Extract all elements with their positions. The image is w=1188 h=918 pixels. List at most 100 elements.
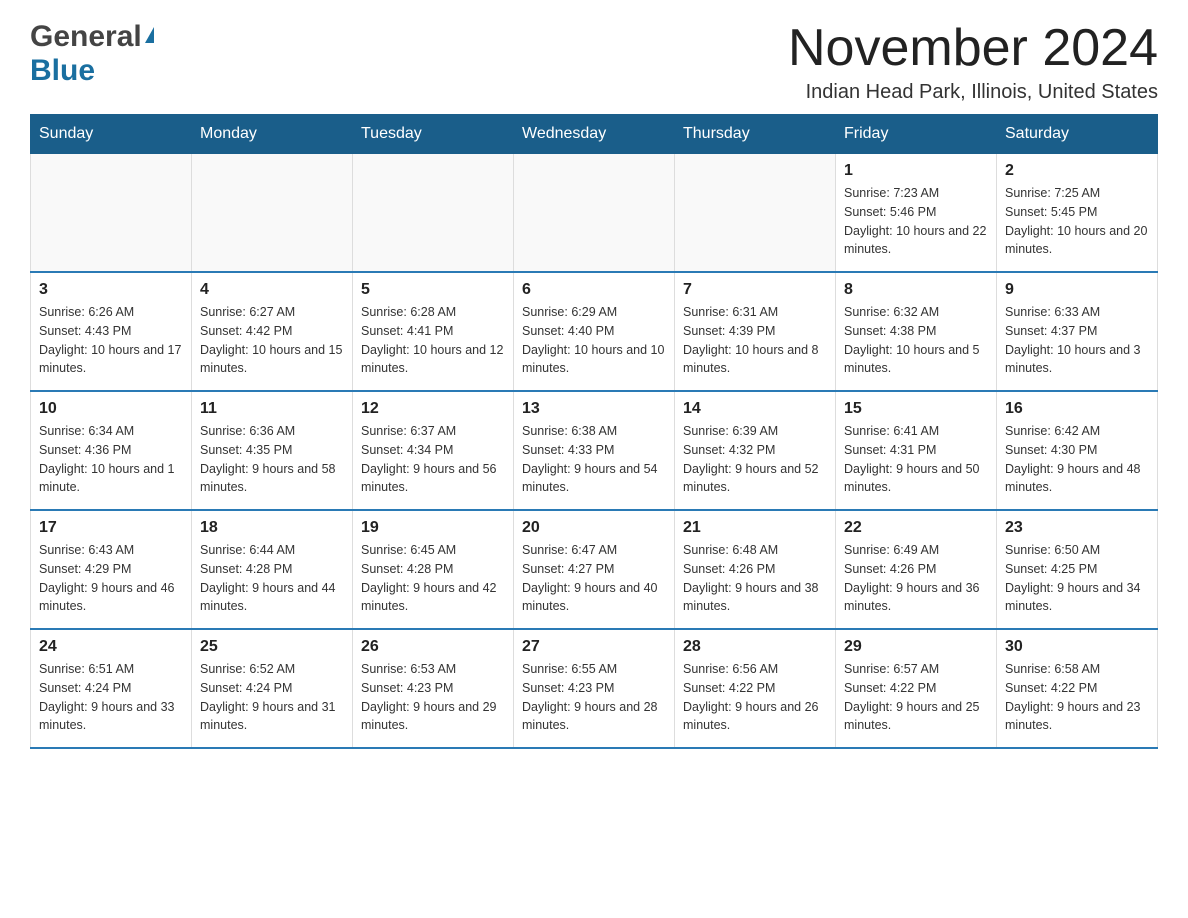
day-info: Sunrise: 6:32 AM Sunset: 4:38 PM Dayligh… [844, 303, 988, 378]
day-info: Sunrise: 6:27 AM Sunset: 4:42 PM Dayligh… [200, 303, 344, 378]
day-number: 16 [1005, 400, 1149, 418]
calendar-body: 1 Sunrise: 7:23 AM Sunset: 5:46 PM Daylig… [31, 154, 1158, 749]
day-number: 22 [844, 519, 988, 537]
day-number: 3 [39, 281, 183, 299]
calendar-cell: 11 Sunrise: 6:36 AM Sunset: 4:35 PM Dayli… [192, 391, 353, 510]
calendar-cell: 6 Sunrise: 6:29 AM Sunset: 4:40 PM Daylig… [514, 272, 675, 391]
day-info: Sunrise: 7:25 AM Sunset: 5:45 PM Dayligh… [1005, 184, 1149, 259]
calendar-cell: 7 Sunrise: 6:31 AM Sunset: 4:39 PM Daylig… [675, 272, 836, 391]
day-number: 15 [844, 400, 988, 418]
calendar-cell: 9 Sunrise: 6:33 AM Sunset: 4:37 PM Daylig… [997, 272, 1158, 391]
logo-general-text: General [30, 20, 142, 54]
day-info: Sunrise: 6:55 AM Sunset: 4:23 PM Dayligh… [522, 660, 666, 735]
calendar-cell: 2 Sunrise: 7:25 AM Sunset: 5:45 PM Daylig… [997, 154, 1158, 273]
day-info: Sunrise: 6:45 AM Sunset: 4:28 PM Dayligh… [361, 541, 505, 616]
day-info: Sunrise: 6:58 AM Sunset: 4:22 PM Dayligh… [1005, 660, 1149, 735]
calendar-cell: 1 Sunrise: 7:23 AM Sunset: 5:46 PM Daylig… [836, 154, 997, 273]
day-number: 17 [39, 519, 183, 537]
day-info: Sunrise: 6:38 AM Sunset: 4:33 PM Dayligh… [522, 422, 666, 497]
calendar-cell: 15 Sunrise: 6:41 AM Sunset: 4:31 PM Dayli… [836, 391, 997, 510]
day-info: Sunrise: 6:28 AM Sunset: 4:41 PM Dayligh… [361, 303, 505, 378]
weekday-header-row: SundayMondayTuesdayWednesdayThursdayFrid… [31, 115, 1158, 154]
calendar-cell: 25Sunrise: 6:52 AM Sunset: 4:24 PM Dayli… [192, 629, 353, 748]
day-info: Sunrise: 6:37 AM Sunset: 4:34 PM Dayligh… [361, 422, 505, 497]
day-info: Sunrise: 6:53 AM Sunset: 4:23 PM Dayligh… [361, 660, 505, 735]
day-info: Sunrise: 6:57 AM Sunset: 4:22 PM Dayligh… [844, 660, 988, 735]
day-info: Sunrise: 6:29 AM Sunset: 4:40 PM Dayligh… [522, 303, 666, 378]
day-number: 20 [522, 519, 666, 537]
day-info: Sunrise: 6:36 AM Sunset: 4:35 PM Dayligh… [200, 422, 344, 497]
day-number: 7 [683, 281, 827, 299]
weekday-header-sunday: Sunday [31, 115, 192, 154]
calendar-cell: 23 Sunrise: 6:50 AM Sunset: 4:25 PM Dayli… [997, 510, 1158, 629]
day-number: 30 [1005, 638, 1149, 656]
day-number: 14 [683, 400, 827, 418]
calendar-cell: 20 Sunrise: 6:47 AM Sunset: 4:27 PM Dayli… [514, 510, 675, 629]
day-number: 25 [200, 638, 344, 656]
calendar-cell [675, 154, 836, 273]
day-number: 6 [522, 281, 666, 299]
calendar-cell: 8 Sunrise: 6:32 AM Sunset: 4:38 PM Daylig… [836, 272, 997, 391]
day-number: 2 [1005, 162, 1149, 180]
calendar-cell: 27 Sunrise: 6:55 AM Sunset: 4:23 PM Dayli… [514, 629, 675, 748]
day-info: Sunrise: 6:50 AM Sunset: 4:25 PM Dayligh… [1005, 541, 1149, 616]
day-info: Sunrise: 7:23 AM Sunset: 5:46 PM Dayligh… [844, 184, 988, 259]
day-info: Sunrise: 6:31 AM Sunset: 4:39 PM Dayligh… [683, 303, 827, 378]
day-info: Sunrise: 6:33 AM Sunset: 4:37 PM Dayligh… [1005, 303, 1149, 378]
weekday-header-monday: Monday [192, 115, 353, 154]
calendar-cell [31, 154, 192, 273]
day-number: 24 [39, 638, 183, 656]
calendar-cell: 16 Sunrise: 6:42 AM Sunset: 4:30 PM Dayli… [997, 391, 1158, 510]
month-title: November 2024 [788, 20, 1158, 77]
calendar-week-row: 17Sunrise: 6:43 AM Sunset: 4:29 PM Dayli… [31, 510, 1158, 629]
weekday-header-tuesday: Tuesday [353, 115, 514, 154]
day-number: 1 [844, 162, 988, 180]
calendar-cell: 5 Sunrise: 6:28 AM Sunset: 4:41 PM Daylig… [353, 272, 514, 391]
calendar-cell: 10 Sunrise: 6:34 AM Sunset: 4:36 PM Dayli… [31, 391, 192, 510]
day-number: 11 [200, 400, 344, 418]
calendar-cell [514, 154, 675, 273]
calendar-cell: 17Sunrise: 6:43 AM Sunset: 4:29 PM Dayli… [31, 510, 192, 629]
calendar-week-row: 10 Sunrise: 6:34 AM Sunset: 4:36 PM Dayli… [31, 391, 1158, 510]
weekday-header-saturday: Saturday [997, 115, 1158, 154]
day-info: Sunrise: 6:34 AM Sunset: 4:36 PM Dayligh… [39, 422, 183, 497]
day-info: Sunrise: 6:42 AM Sunset: 4:30 PM Dayligh… [1005, 422, 1149, 497]
day-info: Sunrise: 6:47 AM Sunset: 4:27 PM Dayligh… [522, 541, 666, 616]
day-info: Sunrise: 6:51 AM Sunset: 4:24 PM Dayligh… [39, 660, 183, 735]
day-number: 4 [200, 281, 344, 299]
day-info: Sunrise: 6:44 AM Sunset: 4:28 PM Dayligh… [200, 541, 344, 616]
day-number: 23 [1005, 519, 1149, 537]
calendar-week-row: 1 Sunrise: 7:23 AM Sunset: 5:46 PM Daylig… [31, 154, 1158, 273]
title-section: November 2024 Indian Head Park, Illinois… [788, 20, 1158, 104]
calendar-cell: 13Sunrise: 6:38 AM Sunset: 4:33 PM Dayli… [514, 391, 675, 510]
day-info: Sunrise: 6:48 AM Sunset: 4:26 PM Dayligh… [683, 541, 827, 616]
calendar-cell: 21Sunrise: 6:48 AM Sunset: 4:26 PM Dayli… [675, 510, 836, 629]
day-number: 12 [361, 400, 505, 418]
calendar-cell: 14 Sunrise: 6:39 AM Sunset: 4:32 PM Dayli… [675, 391, 836, 510]
day-number: 10 [39, 400, 183, 418]
weekday-header-friday: Friday [836, 115, 997, 154]
calendar-cell: 28Sunrise: 6:56 AM Sunset: 4:22 PM Dayli… [675, 629, 836, 748]
calendar-cell: 24 Sunrise: 6:51 AM Sunset: 4:24 PM Dayli… [31, 629, 192, 748]
logo-triangle-icon [145, 27, 154, 43]
day-number: 18 [200, 519, 344, 537]
day-number: 27 [522, 638, 666, 656]
day-info: Sunrise: 6:39 AM Sunset: 4:32 PM Dayligh… [683, 422, 827, 497]
calendar-cell: 26 Sunrise: 6:53 AM Sunset: 4:23 PM Dayli… [353, 629, 514, 748]
day-number: 5 [361, 281, 505, 299]
weekday-header-wednesday: Wednesday [514, 115, 675, 154]
calendar-week-row: 3 Sunrise: 6:26 AM Sunset: 4:43 PM Daylig… [31, 272, 1158, 391]
day-number: 26 [361, 638, 505, 656]
calendar-cell: 30 Sunrise: 6:58 AM Sunset: 4:22 PM Dayli… [997, 629, 1158, 748]
day-info: Sunrise: 6:41 AM Sunset: 4:31 PM Dayligh… [844, 422, 988, 497]
calendar-cell: 19 Sunrise: 6:45 AM Sunset: 4:28 PM Dayli… [353, 510, 514, 629]
day-number: 29 [844, 638, 988, 656]
day-number: 19 [361, 519, 505, 537]
calendar-cell: 12 Sunrise: 6:37 AM Sunset: 4:34 PM Dayli… [353, 391, 514, 510]
day-number: 9 [1005, 281, 1149, 299]
calendar-week-row: 24 Sunrise: 6:51 AM Sunset: 4:24 PM Dayli… [31, 629, 1158, 748]
logo-blue-text: Blue [30, 54, 95, 88]
day-info: Sunrise: 6:26 AM Sunset: 4:43 PM Dayligh… [39, 303, 183, 378]
day-number: 8 [844, 281, 988, 299]
day-number: 28 [683, 638, 827, 656]
